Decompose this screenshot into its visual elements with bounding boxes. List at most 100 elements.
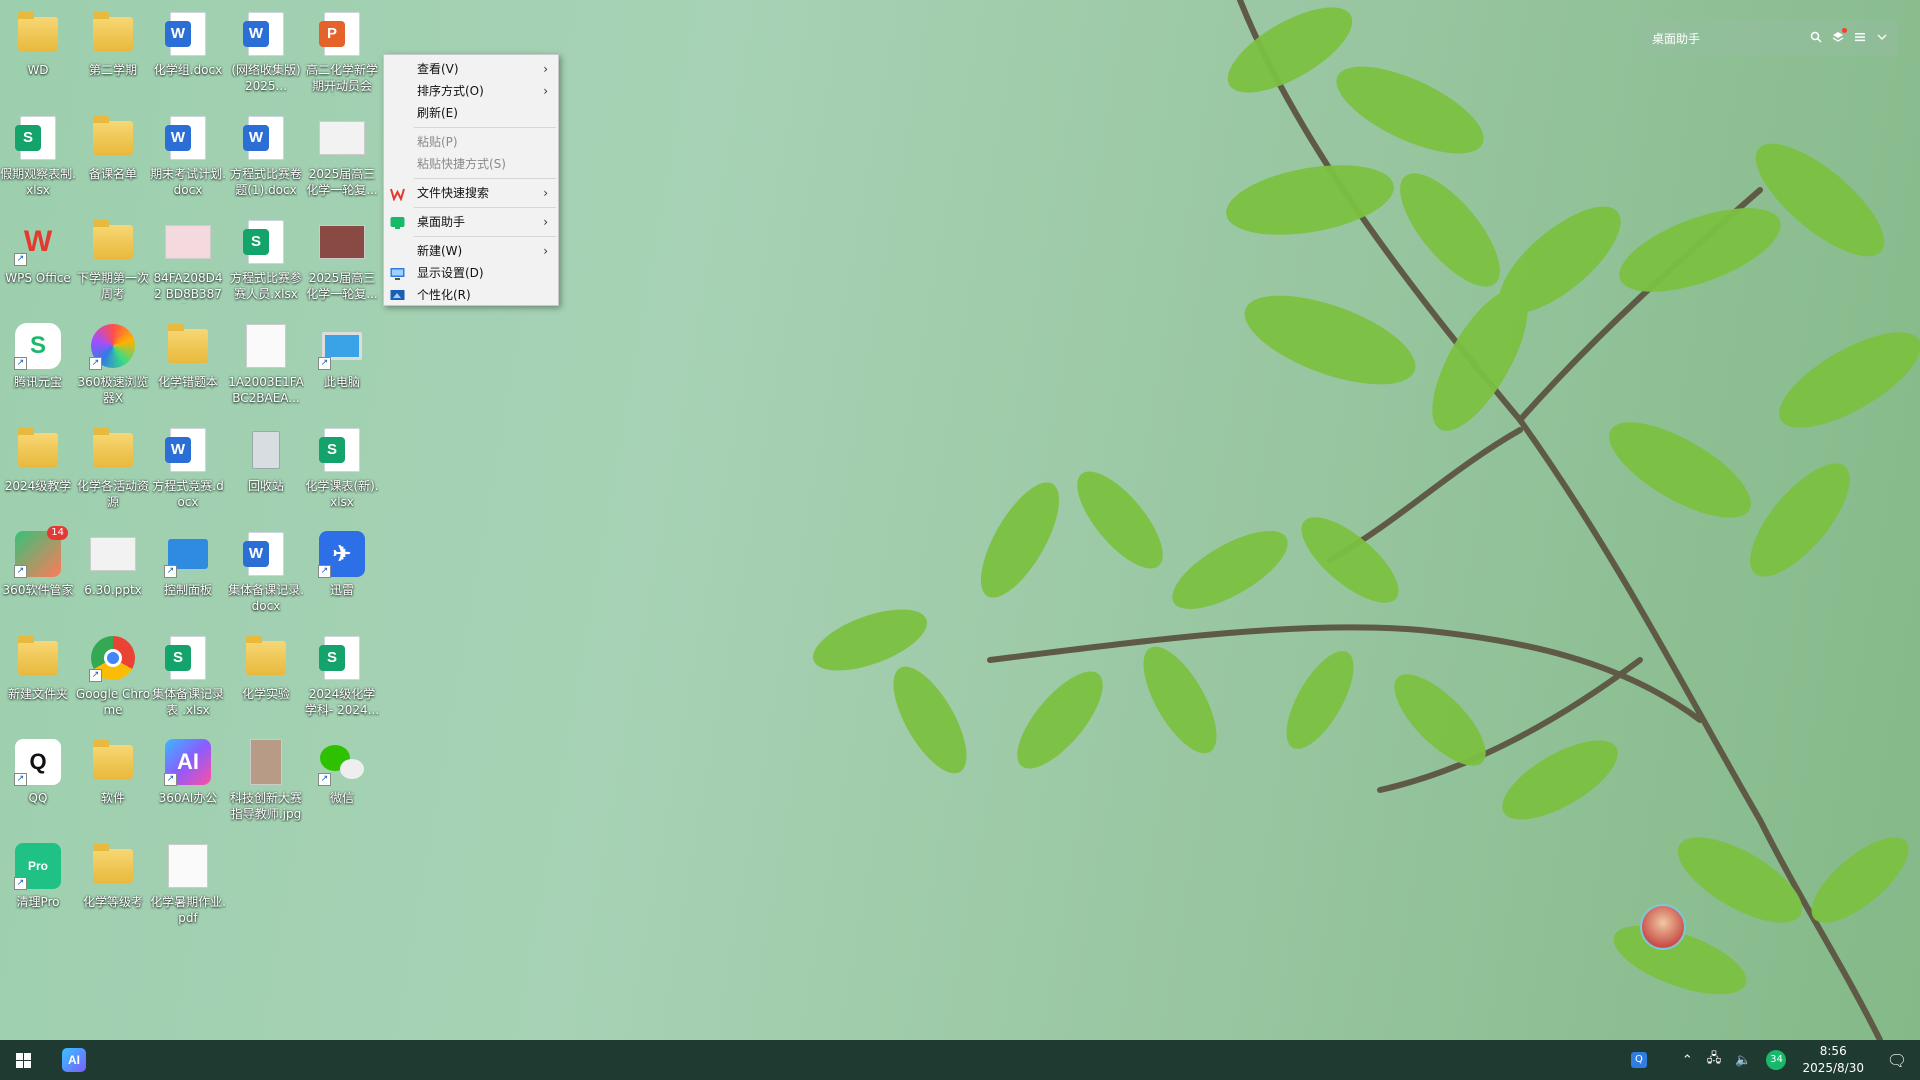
desktop-icon-label: Google Chrome: [75, 687, 151, 717]
clock[interactable]: 8:56 2025/8/30: [1802, 1043, 1864, 1077]
desktop-icon[interactable]: S 方程式比赛参赛人员.xlsx: [228, 210, 304, 310]
context-menu-item[interactable]: 刷新(E): [384, 102, 558, 124]
desktop-icon[interactable]: P 高二化学新学期开动员会(p...: [304, 2, 380, 102]
desktop-icon[interactable]: 软件: [75, 730, 151, 830]
mgr360-icon: 14 ↗: [14, 526, 68, 578]
desktop-icon[interactable]: W (网络收集版) 2025...: [228, 2, 304, 102]
chevron-down-icon[interactable]: [1876, 31, 1888, 46]
desktop-icon[interactable]: ↗ 控制面板: [150, 522, 226, 622]
desktop-icon[interactable]: ↗ 微信: [304, 730, 380, 830]
excel-icon: S: [14, 114, 62, 162]
start-button[interactable]: [0, 1040, 46, 1080]
folder-icon: [14, 426, 62, 474]
qq-tray-icon[interactable]: Q: [1630, 1052, 1647, 1068]
desktop-icon[interactable]: 化学暑期作业.pdf: [150, 834, 226, 934]
layers-icon[interactable]: [1832, 27, 1847, 46]
desktop-icon-label: 化学暑期作业.pdf: [150, 895, 226, 925]
context-menu-item[interactable]: 桌面助手 ›: [384, 211, 558, 233]
search-icon[interactable]: [1810, 31, 1822, 46]
desktop-icon-label: 1A2003E1FA BC2BAEA...: [228, 375, 304, 405]
desktop-icon-grid: WD 第二学期 W 化学组.docx W (网络收集版) 2025... P 高二化学新学期开…: [0, 0, 379, 1040]
thumb-pink-icon: [164, 218, 212, 266]
browser360-icon: ↗: [89, 322, 137, 370]
folder-icon: [89, 10, 137, 58]
desktop-icon[interactable]: AI ↗ 360AI办公: [150, 730, 226, 830]
folder-doc-icon: [164, 322, 212, 370]
desktop-icon[interactable]: 备课名单: [75, 106, 151, 206]
desktop-icon[interactable]: Q ↗ QQ: [0, 730, 76, 830]
desktop-icon[interactable]: W 化学组.docx: [150, 2, 226, 102]
desktop-icon[interactable]: 1A2003E1FA BC2BAEA...: [228, 314, 304, 414]
desktop-icon[interactable]: W 方程式竞赛.docx: [150, 418, 226, 518]
excel-icon: S: [164, 634, 212, 682]
shortcut-arrow-icon: ↗: [14, 773, 27, 786]
notification-icon[interactable]: 🗨: [1874, 1040, 1920, 1080]
desktop-icon-label: 假期观察表制.xlsx: [0, 167, 76, 197]
context-menu-item[interactable]: 查看(V) ›: [384, 58, 558, 80]
desktop-icon[interactable]: 化学等级考: [75, 834, 151, 934]
desktop-icon[interactable]: S 化学课表(新).xlsx: [304, 418, 380, 518]
desktop-icon[interactable]: W 方程式比赛卷题(1).docx: [228, 106, 304, 206]
pc-icon: ↗: [318, 322, 366, 370]
desktop-icon[interactable]: 2024级教学: [0, 418, 76, 518]
desktop-icon[interactable]: 2025届高三化学一轮复...: [304, 210, 380, 310]
network-icon[interactable]: 🖧: [1707, 1049, 1722, 1071]
desktop-icon[interactable]: 化学实验: [228, 626, 304, 726]
volume-icon[interactable]: 🔈: [1735, 1053, 1751, 1068]
desktop-icon[interactable]: ↗ 此电脑: [304, 314, 380, 414]
chevron-right-icon: ›: [543, 215, 548, 229]
desktop-icon[interactable]: W ↗ WPS Office: [0, 210, 76, 310]
desktop-icon[interactable]: 下学期第一次周考: [75, 210, 151, 310]
desktop-icon[interactable]: ↗ Google Chrome: [75, 626, 151, 726]
shortcut-arrow-icon: ↗: [164, 773, 177, 786]
word-icon: W: [164, 114, 212, 162]
desktop-icon[interactable]: 科技创新大赛指导教师.jpg: [228, 730, 304, 830]
desktop-icon[interactable]: S 集体备课记录表 .xlsx: [150, 626, 226, 726]
system-tray: Q ⌃ 🖧 🔈 34 8:56 2025/8/30 🗨: [1630, 1040, 1920, 1080]
desktop-icon-label: 迅雷: [329, 583, 354, 597]
context-menu-item[interactable]: 显示设置(D): [384, 262, 558, 284]
desktop-icon-label: 2025届高三化学一轮复...: [306, 167, 378, 197]
desktop-icon-label: 第二学期: [88, 63, 137, 77]
floating-assistant-avatar[interactable]: [1640, 904, 1686, 950]
chrome-icon: ↗: [89, 634, 137, 682]
desktop-icon[interactable]: ✈ ↗ 迅雷: [304, 522, 380, 622]
desktop-icon[interactable]: 新建文件夹: [0, 626, 76, 726]
context-menu-item-label: 桌面助手: [417, 215, 466, 229]
desktop-icon[interactable]: S 假期观察表制.xlsx: [0, 106, 76, 206]
folder-doc-icon: [242, 634, 290, 682]
desktop-icon[interactable]: 回收站: [228, 418, 304, 518]
desktop-icon[interactable]: 第二学期: [75, 2, 151, 102]
desktop-icon[interactable]: 化学各活动资源: [75, 418, 151, 518]
desktop-icon[interactable]: WD: [0, 2, 76, 102]
desktop-icon[interactable]: S 2024级化学学科- 2024...: [304, 626, 380, 726]
desktop-icon[interactable]: W 集体备课记录.docx: [228, 522, 304, 622]
chevron-right-icon: ›: [543, 186, 548, 200]
word-icon: W: [164, 426, 212, 474]
taskbar-ai-app[interactable]: AI: [62, 1048, 86, 1072]
desktop-icon-label: 新建文件夹: [7, 687, 68, 701]
desktop-icon-label: 化学课表(新).xlsx: [305, 479, 379, 509]
context-menu-item[interactable]: 文件快速搜索 ›: [384, 182, 558, 204]
tray-360-badge[interactable]: 34: [1766, 1050, 1787, 1070]
context-menu-item[interactable]: 排序方式(O) ›: [384, 80, 558, 102]
context-menu-item[interactable]: 个性化(R): [384, 284, 558, 306]
desktop-icon[interactable]: 化学错题本: [150, 314, 226, 414]
desktop-icon-label: 化学等级考: [82, 895, 143, 909]
menu-icon[interactable]: [1854, 31, 1866, 46]
desktop-icon[interactable]: 2025届高三化学一轮复...: [304, 106, 380, 206]
desktop-icon[interactable]: 6.30.pptx: [75, 522, 151, 622]
desktop-icon-label: 高二化学新学期开动员会(p...: [305, 63, 378, 96]
desktop-icon[interactable]: Pro ↗ 清理Pro: [0, 834, 76, 934]
context-menu-item[interactable]: 新建(W) ›: [384, 240, 558, 262]
chevron-up-icon[interactable]: ⌃: [1682, 1053, 1693, 1068]
desktop-icon[interactable]: ↗ 360极速浏览器X: [75, 314, 151, 414]
word-icon: W: [242, 530, 290, 578]
desktop-icon[interactable]: S ↗ 腾讯元宝: [0, 314, 76, 414]
desktop-icon[interactable]: 14 ↗ 360软件管家: [0, 522, 76, 622]
desktop-helper-widget[interactable]: 桌面助手: [1642, 20, 1898, 56]
desktop-icon[interactable]: W 期末考试计划.docx: [150, 106, 226, 206]
desktop-icon[interactable]: 84FA208D42 BD8B387F...: [150, 210, 226, 310]
desktop-icon-label: 腾讯元宝: [13, 375, 62, 389]
control-icon: ↗: [164, 530, 212, 578]
